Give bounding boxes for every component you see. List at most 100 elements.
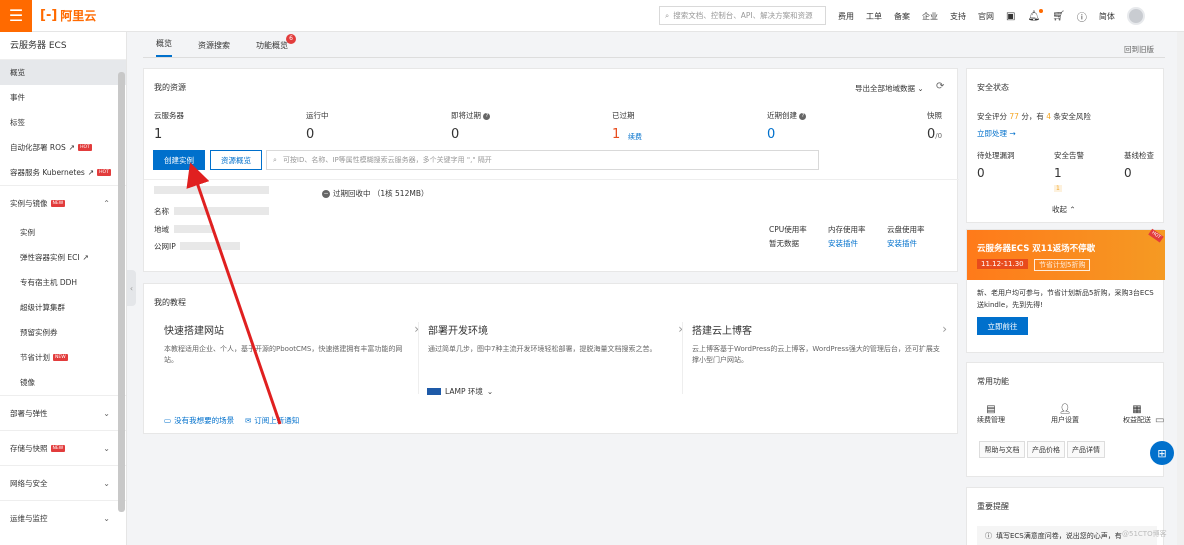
instance-status: − 过期回收中 （1核 512MB） xyxy=(322,188,428,199)
product-price-button[interactable]: 产品价格 xyxy=(1027,441,1065,458)
sidebar-item-eci[interactable]: 弹性容器实例 ECI ↗ xyxy=(0,245,126,270)
stat-value[interactable]: 1 xyxy=(154,127,162,142)
lamp-env-selector[interactable]: LAMP 环境 ⌄ xyxy=(427,386,493,397)
global-search-input[interactable]: ⌕ 搜索文档、控制台、API、解决方案和资源 xyxy=(659,6,826,25)
sidebar-item-events[interactable]: 事件 xyxy=(0,85,126,110)
sidebar-item-label: 概览 xyxy=(10,68,25,77)
export-all-regions[interactable]: 导出全部地域数据 ⌄ xyxy=(855,83,924,94)
info-icon: ⓘ xyxy=(985,532,992,540)
external-link-icon: ↗ xyxy=(82,253,89,262)
user-settings-item[interactable]: 👤︎ 用户设置 xyxy=(1051,404,1079,425)
chat-icon: ▭ xyxy=(164,416,172,425)
hot-badge: HOT xyxy=(78,144,92,151)
sidebar-group-storage[interactable]: 存储与快照 NEW ⌄ xyxy=(0,430,126,465)
sidebar-item-reserved[interactable]: 预留实例券 xyxy=(0,320,126,345)
sidebar-item-overview[interactable]: 概览 xyxy=(0,60,126,85)
menu-icon[interactable]: ☰ xyxy=(0,0,32,32)
sidebar-group-label: 存储与快照 xyxy=(10,443,48,453)
stat-value[interactable]: 1 xyxy=(612,127,620,142)
sidebar-item-kubernetes[interactable]: 容器服务 Kubernetes ↗ HOT xyxy=(0,160,126,185)
sidebar-item-savings-plan[interactable]: 节省计划 NEW xyxy=(0,345,126,370)
sidebar-group-deploy[interactable]: 部署与弹性 ⌄ xyxy=(0,395,126,430)
hot-badge: HOT xyxy=(97,169,111,176)
instance-status-text: 过期回收中 （1核 512MB） xyxy=(333,189,429,198)
tutorial-item[interactable]: 搭建云上博客 云上博客基于WordPress的云上博客，WordPress强大的… xyxy=(692,322,957,394)
instance-ip-label: 公网IP xyxy=(154,242,176,251)
back-to-old-version-link[interactable]: 回到旧版 xyxy=(1124,44,1154,55)
promo-banner[interactable]: 云服务器ECS 双11返场不停歇 11.12-11.30 节省计划5折购 HOT xyxy=(967,228,1165,280)
renewal-management-item[interactable]: ▤ 续费管理 xyxy=(977,404,1005,425)
logo-mark-icon: [-] xyxy=(40,8,58,23)
stat-label-text: 即将过期 xyxy=(451,111,481,120)
image-icon[interactable]: ▣ xyxy=(1006,11,1015,22)
sidebar-item-ddh[interactable]: 专有宿主机 DDH xyxy=(0,270,126,295)
tab-feature-overview[interactable]: 功能概览 6 xyxy=(256,34,296,57)
bell-icon[interactable]: 🔔︎ xyxy=(1027,8,1044,22)
promo-go-button[interactable]: 立即前往 xyxy=(977,317,1028,335)
stat-label: 快照 xyxy=(927,111,942,120)
apps-grid-icon[interactable]: ⊞ xyxy=(1150,441,1174,465)
help-docs-button[interactable]: 帮助与文档 xyxy=(979,441,1025,458)
benefits-item[interactable]: ▦ 权益配送 xyxy=(1123,404,1151,425)
nav-support[interactable]: 支持 xyxy=(950,11,966,22)
new-badge: NEW xyxy=(53,354,68,361)
instance-search-placeholder: 可按ID、名称、IP等属性模糊搜索云服务器，多个关键字用 "," 隔开 xyxy=(282,156,492,164)
language-switch[interactable]: 简体 xyxy=(1099,11,1115,22)
tutorial-item[interactable]: 部署开发环境 通过简单几步，图中7种主流开发环境轻松部署，提脱海量文档搜索之苦。… xyxy=(428,322,693,394)
sidebar-item-images[interactable]: 镜像 xyxy=(0,370,126,395)
tab-resource-search[interactable]: 资源搜索 xyxy=(198,40,230,57)
sidebar-item-tags[interactable]: 标签 xyxy=(0,110,126,135)
sidebar-item-instances[interactable]: 实例 xyxy=(0,220,126,245)
disk-usage-label: 云盘使用率 xyxy=(887,225,925,234)
tutorial-item[interactable]: 快速搭建网站 本教程适用企业、个人，基于开源的PbootCMS，快速搭建拥有丰富… xyxy=(164,322,429,394)
stat-value[interactable]: 0/0 xyxy=(927,127,942,142)
stat-value[interactable]: 0 xyxy=(767,127,775,142)
nav-billing[interactable]: 费用 xyxy=(838,11,854,22)
disk-install-plugin-link[interactable]: 安装插件 xyxy=(887,238,917,249)
security-col-value[interactable]: 0 xyxy=(1124,166,1132,180)
nav-enterprise[interactable]: 企业 xyxy=(922,11,938,22)
tab-overview[interactable]: 概览 xyxy=(156,38,172,57)
stat-value[interactable]: 0 xyxy=(451,127,459,142)
sidebar-item-scc[interactable]: 超级计算集群 xyxy=(0,295,126,320)
sidebar-item-label: 事件 xyxy=(10,93,25,102)
subscribe-link[interactable]: ✉ 订阅上新通知 xyxy=(245,415,299,426)
question-icon[interactable]: ? xyxy=(799,112,807,120)
sidebar-group-label: 部署与弹性 xyxy=(10,408,48,418)
resource-overview-button[interactable]: 资源概览 xyxy=(210,150,262,170)
avatar[interactable] xyxy=(1126,7,1145,25)
sidebar-collapse-handle[interactable]: ‹ xyxy=(127,270,136,306)
handle-now-link[interactable]: 立即处理 → xyxy=(977,128,1016,139)
sidebar-group-instances[interactable]: 实例与镜像 NEW ⌃ xyxy=(0,185,126,220)
nav-official[interactable]: 官网 xyxy=(978,11,994,22)
help-icon[interactable]: ⓘ xyxy=(1077,9,1087,24)
renew-link[interactable]: 续费 xyxy=(628,132,642,142)
stat-value[interactable]: 0 xyxy=(306,127,314,142)
instance-search-input[interactable]: ⌕ 可按ID、名称、IP等属性模糊搜索云服务器，多个关键字用 "," 隔开 xyxy=(266,150,819,170)
security-col-value[interactable]: 0 xyxy=(977,166,985,180)
memory-install-plugin-link[interactable]: 安装插件 xyxy=(828,238,858,249)
function-label: 续费管理 xyxy=(977,416,1005,424)
question-icon[interactable]: ? xyxy=(483,112,491,120)
security-col-value[interactable]: 1 xyxy=(1054,166,1062,180)
sidebar-group-label: 网络与安全 xyxy=(10,478,48,488)
functions-card: 常用功能 ▤ 续费管理 👤︎ 用户设置 ▦ 权益配送 帮助与文档 产品价格 产品详情 xyxy=(966,362,1164,477)
refresh-icon[interactable]: ⟳ xyxy=(936,81,944,92)
security-col-label: 基线检查 xyxy=(1124,151,1154,160)
nav-icp[interactable]: 备案 xyxy=(894,11,910,22)
create-instance-button[interactable]: 创建实例 xyxy=(153,150,205,170)
nav-ticket[interactable]: 工单 xyxy=(866,11,882,22)
collapse-toggle[interactable]: 收起 ⌃ xyxy=(1052,204,1076,215)
cart-icon[interactable]: 🛒︎ xyxy=(1052,11,1065,22)
sidebar-scrollbar[interactable] xyxy=(118,72,125,512)
sidebar-group-ops[interactable]: 运维与监控 ⌄ xyxy=(0,500,126,535)
sidebar-item-ros[interactable]: 自动化部署 ROS ↗ HOT xyxy=(0,135,126,160)
product-details-button[interactable]: 产品详情 xyxy=(1067,441,1105,458)
resources-card: 我的资源 导出全部地域数据 ⌄ ⟳ 云服务器 1 运行中 0 即将过期 ? 0 … xyxy=(143,68,959,272)
logo[interactable]: [-] 阿里云 xyxy=(40,7,96,24)
page-scrollbar[interactable] xyxy=(1177,32,1184,545)
chat-icon[interactable]: ▭ xyxy=(1155,415,1164,426)
chevron-up-icon: ⌃ xyxy=(103,198,110,208)
sidebar-group-network[interactable]: 网络与安全 ⌄ xyxy=(0,465,126,500)
no-scenario-link[interactable]: ▭ 没有我想要的场景 xyxy=(164,415,234,426)
